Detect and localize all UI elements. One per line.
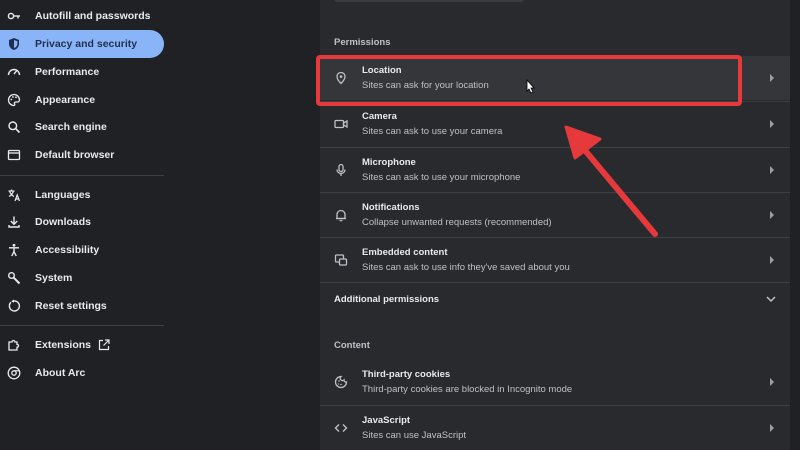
wrench-icon bbox=[7, 271, 21, 285]
translate-icon bbox=[7, 188, 21, 202]
chevron-right-icon bbox=[768, 255, 776, 265]
reset-icon bbox=[7, 299, 21, 313]
sidebar-item-label: Languages bbox=[35, 189, 91, 201]
sidebar-item-downloads[interactable]: Downloads bbox=[0, 208, 164, 236]
permission-row-microphone[interactable]: Microphone Sites can ask to use your mic… bbox=[320, 148, 790, 192]
row-subtitle: Sites can ask to use info they've saved … bbox=[362, 262, 570, 273]
sidebar-item-label: Default browser bbox=[35, 149, 115, 161]
open-external-icon bbox=[98, 339, 110, 351]
sidebar-item-label: Privacy and security bbox=[35, 38, 138, 50]
sidebar-item-label: System bbox=[35, 272, 73, 284]
chevron-right-icon bbox=[768, 210, 776, 220]
chevron-right-icon bbox=[768, 165, 776, 175]
sidebar-item-performance[interactable]: Performance bbox=[0, 58, 164, 86]
row-subtitle: Sites can use JavaScript bbox=[362, 430, 467, 441]
sidebar-item-label: Reset settings bbox=[35, 300, 107, 312]
row-title: Notifications bbox=[362, 202, 420, 213]
divider bbox=[0, 175, 164, 176]
permission-row-camera[interactable]: Camera Sites can ask to use your camera bbox=[320, 102, 790, 146]
sidebar-item-accessibility[interactable]: Accessibility bbox=[0, 236, 164, 264]
sidebar-item-label: Accessibility bbox=[35, 244, 100, 256]
sidebar-item-label: Autofill and passwords bbox=[35, 10, 151, 22]
sidebar-item-label: Extensions bbox=[35, 339, 92, 351]
sidebar-item-appearance[interactable]: Appearance bbox=[0, 86, 164, 114]
sidebar-item-label: Search engine bbox=[35, 121, 107, 133]
search-icon bbox=[7, 120, 21, 134]
settings-main-panel: Permissions Location Sites can ask for y… bbox=[320, 0, 790, 450]
additional-permissions-label: Additional permissions bbox=[334, 294, 440, 305]
permissions-section-title: Permissions bbox=[334, 37, 391, 48]
row-subtitle: Sites can ask to use your camera bbox=[362, 126, 503, 137]
chevron-down-icon bbox=[766, 295, 776, 303]
row-title: JavaScript bbox=[362, 415, 411, 426]
sidebar-item-languages[interactable]: Languages bbox=[0, 181, 164, 209]
sidebar-item-system[interactable]: System bbox=[0, 264, 164, 292]
sidebar-item-label: Appearance bbox=[35, 94, 96, 106]
sidebar-item-label: About Arc bbox=[35, 367, 86, 379]
sidebar: Autofill and passwords Privacy and secur… bbox=[0, 0, 165, 450]
sidebar-item-reset-settings[interactable]: Reset settings bbox=[0, 292, 164, 320]
chevron-right-icon bbox=[768, 377, 776, 387]
chevron-right-icon bbox=[768, 73, 776, 83]
row-subtitle: Sites can ask for your location bbox=[362, 80, 489, 91]
sidebar-item-label: Performance bbox=[35, 66, 100, 78]
code-icon bbox=[334, 421, 348, 435]
row-title: Embedded content bbox=[362, 247, 448, 258]
row-subtitle: Sites can ask to use your microphone bbox=[362, 172, 521, 183]
sidebar-item-label: Downloads bbox=[35, 216, 92, 228]
row-title: Microphone bbox=[362, 157, 416, 168]
sidebar-item-default-browser[interactable]: Default browser bbox=[0, 141, 164, 169]
chrome-icon bbox=[7, 366, 21, 380]
permission-row-embedded-content[interactable]: Embedded content Sites can ask to use in… bbox=[320, 238, 790, 282]
puzzle-icon bbox=[7, 338, 21, 352]
sidebar-item-search-engine[interactable]: Search engine bbox=[0, 113, 164, 141]
row-title: Location bbox=[362, 65, 402, 76]
embedded-content-icon bbox=[334, 253, 348, 267]
camera-icon bbox=[334, 117, 348, 131]
content-section-title: Content bbox=[334, 340, 370, 351]
sidebar-item-about-arc[interactable]: About Arc bbox=[0, 359, 164, 387]
cookie-icon bbox=[334, 375, 348, 389]
permission-row-location[interactable]: Location Sites can ask for your location bbox=[320, 56, 790, 100]
key-icon bbox=[7, 9, 21, 23]
content-row-third-party-cookies[interactable]: Third-party cookies Third-party cookies … bbox=[320, 360, 790, 404]
shield-icon bbox=[7, 37, 21, 51]
browser-icon bbox=[7, 148, 21, 162]
content-row-javascript[interactable]: JavaScript Sites can use JavaScript bbox=[320, 406, 790, 450]
chevron-right-icon bbox=[768, 119, 776, 129]
accessibility-icon bbox=[7, 243, 21, 257]
divider bbox=[0, 325, 164, 326]
sidebar-item-privacy[interactable]: Privacy and security bbox=[0, 30, 164, 58]
scroll-gutter bbox=[790, 0, 800, 450]
gauge-icon bbox=[7, 65, 21, 79]
row-title: Third-party cookies bbox=[362, 369, 451, 380]
permission-row-notifications[interactable]: Notifications Collapse unwanted requests… bbox=[320, 193, 790, 237]
row-subtitle: Third-party cookies are blocked in Incog… bbox=[362, 384, 573, 395]
palette-icon bbox=[7, 93, 21, 107]
bell-icon bbox=[334, 208, 348, 222]
truncated-description bbox=[334, 0, 524, 2]
sidebar-item-autofill[interactable]: Autofill and passwords bbox=[0, 2, 164, 30]
location-pin-icon bbox=[334, 71, 348, 85]
chevron-right-icon bbox=[768, 423, 776, 433]
row-subtitle: Collapse unwanted requests (recommended) bbox=[362, 217, 552, 228]
download-icon bbox=[7, 215, 21, 229]
additional-permissions-expander[interactable]: Additional permissions bbox=[320, 283, 790, 317]
sidebar-item-extensions[interactable]: Extensions bbox=[0, 331, 164, 359]
row-title: Camera bbox=[362, 111, 397, 122]
microphone-icon bbox=[334, 163, 348, 177]
